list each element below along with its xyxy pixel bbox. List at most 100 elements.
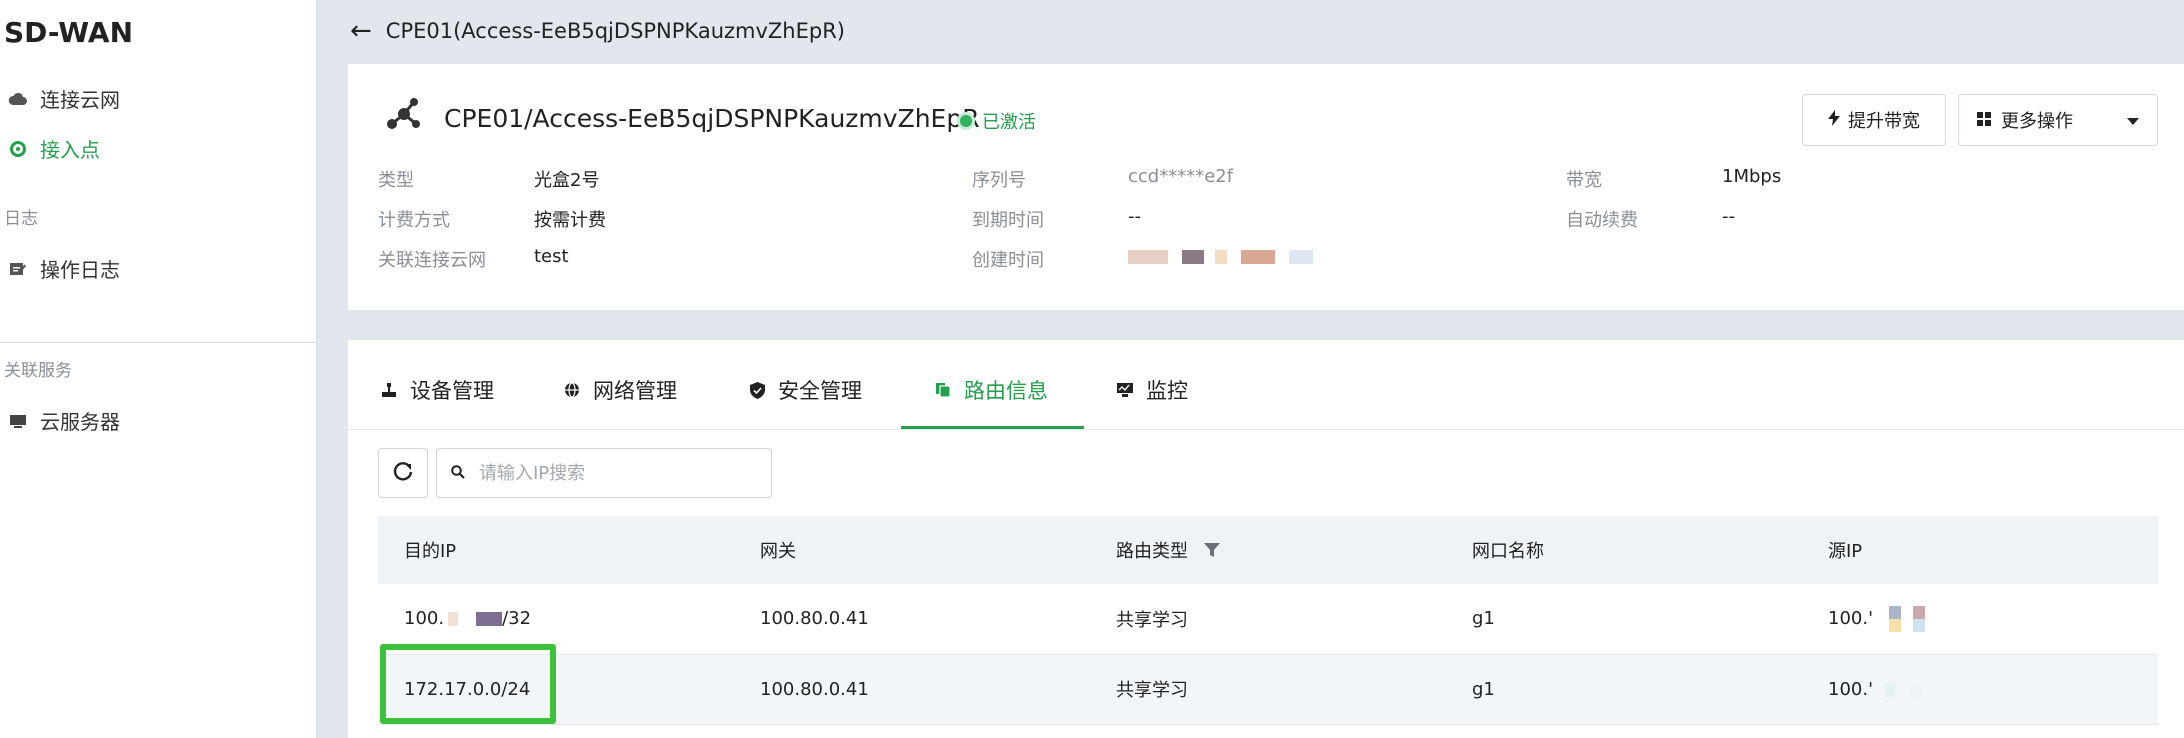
sidebar-item-operation-log[interactable]: 操作日志 [8,254,120,283]
sidebar-item-cloud-server[interactable]: 云服务器 [8,406,120,435]
sidebar-divider [0,342,318,343]
sidebar-item-label: 接入点 [40,138,100,162]
col-gateway: 网关 [734,516,1090,584]
lightning-icon [1828,109,1840,131]
field-renew-label: 自动续费 [1566,210,1638,231]
access-point-icon [8,139,28,159]
dest-ip-text: 100. [404,608,445,630]
field-expire-label: 到期时间 [972,210,1044,231]
monitor-icon [1116,381,1134,399]
col-dest-ip: 目的IP [378,516,734,584]
more-actions-label: 更多操作 [2001,111,2073,132]
tab-label: 安全管理 [778,379,862,403]
redacted-block [1884,682,1895,697]
upgrade-bandwidth-label: 提升带宽 [1848,111,1920,132]
sidebar-item-cloud-network[interactable]: 连接云网 [8,84,120,113]
cell-gateway: 100.80.0.41 [734,654,1090,725]
grid-icon [1977,110,1991,131]
tab-bar: 设备管理 网络管理 安全管理 路由信息 监控 [348,340,2184,430]
active-tab-indicator [901,426,1084,429]
field-cloud-value: test [534,246,569,267]
brand-title: SD-WAN [4,16,134,49]
field-created-value-redacted [1128,246,1313,267]
filter-icon[interactable] [1203,542,1220,563]
source-ip-text: 100.' [1828,607,1874,629]
network-node-icon [382,92,426,136]
instance-title: CPE01/Access-EeB5qjDSPNPKauzmvZhEpR [444,104,980,133]
cell-dest-ip: 100. /32 [378,584,734,655]
table-row[interactable]: 100. /32 100.80.0.41 共享学习 g1 100.' [378,584,2158,655]
status-text: 已激活 [982,112,1036,133]
status-dot-icon [960,115,972,127]
instance-header-card: CPE01/Access-EeB5qjDSPNPKauzmvZhEpR 已激活 … [348,64,2184,310]
top-bar: ← CPE01(Access-EeB5qjDSPNPKauzmvZhEpR) [320,0,2184,62]
field-renew-value: -- [1722,206,1735,227]
field-type-label: 类型 [378,170,414,191]
sidebar-item-label: 操作日志 [40,258,120,282]
cell-source-ip: 100.' [1802,584,2158,655]
shield-icon [748,381,766,399]
field-expire-value: -- [1128,206,1141,227]
sidebar-item-access-point[interactable]: 接入点 [8,134,100,163]
route-table: 目的IP 网关 路由类型 网口名称 源IP 100. /32 100.80.0.4… [378,516,2158,725]
page-breadcrumb-title: CPE01(Access-EeB5qjDSPNPKauzmvZhEpR) [385,19,845,43]
redacted-block [476,612,503,627]
field-serial-value: ccd*****e2f [1128,166,1234,187]
nav-group-related: 关联服务 [4,361,72,381]
device-icon [380,381,398,399]
cell-interface: g1 [1446,654,1802,725]
tab-security-management[interactable]: 安全管理 [748,370,862,410]
field-serial-label: 序列号 [972,170,1026,191]
cell-source-ip: 100.' [1802,654,2158,725]
cell-route-type: 共享学习 [1090,584,1446,655]
detail-tabs-card: 设备管理 网络管理 安全管理 路由信息 监控 请输入IP搜索 目的IP 网关 路… [348,340,2184,738]
col-source-ip: 源IP [1802,516,2158,584]
tab-label: 网络管理 [593,379,677,403]
col-route-type[interactable]: 路由类型 [1090,516,1446,584]
field-created-label: 创建时间 [972,250,1044,271]
more-actions-button[interactable]: 更多操作 [1958,94,2158,146]
cell-dest-ip: 172.17.0.0/24 [378,654,734,725]
field-bandwidth-value: 1Mbps [1722,166,1782,187]
redacted-block [1910,682,1921,697]
sidebar-item-label: 连接云网 [40,88,120,112]
cell-gateway: 100.80.0.41 [734,584,1090,655]
cloud-icon [8,89,28,109]
cell-route-type: 共享学习 [1090,654,1446,725]
tab-network-management[interactable]: 网络管理 [563,370,677,410]
search-icon [451,464,465,483]
cell-interface: g1 [1446,584,1802,655]
sidebar-item-label: 云服务器 [40,410,120,434]
caret-down-icon [2127,110,2139,131]
field-type-value: 光盒2号 [534,170,600,191]
col-route-type-label: 路由类型 [1116,541,1188,562]
log-icon [8,259,28,279]
tab-label: 路由信息 [964,379,1048,403]
field-cloud-label: 关联连接云网 [378,250,486,271]
nav-group-log: 日志 [4,209,38,229]
tab-monitoring[interactable]: 监控 [1116,370,1188,410]
ip-search-input[interactable] [479,462,749,484]
arrow-left-icon[interactable]: ← [350,16,372,46]
ip-search-box[interactable] [436,448,772,498]
refresh-icon [392,460,414,486]
dest-ip-suffix: /32 [502,608,532,630]
field-billing-label: 计费方式 [378,210,450,231]
table-row[interactable]: 172.17.0.0/24 100.80.0.41 共享学习 g1 100.' [378,654,2158,725]
refresh-button[interactable] [378,448,428,498]
redacted-block [1888,605,1901,632]
tab-device-management[interactable]: 设备管理 [380,370,494,410]
upgrade-bandwidth-button[interactable]: 提升带宽 [1802,94,1946,146]
route-icon [934,381,952,399]
col-interface-name: 网口名称 [1446,516,1802,584]
tab-label: 设备管理 [410,379,494,403]
source-ip-text: 100.' [1828,678,1874,700]
server-icon [8,411,28,431]
globe-icon [563,381,581,399]
tab-route-info[interactable]: 路由信息 [934,370,1048,410]
redacted-block [448,612,459,627]
field-bandwidth-label: 带宽 [1566,170,1602,191]
table-header-row: 目的IP 网关 路由类型 网口名称 源IP [378,516,2158,584]
field-billing-value: 按需计费 [534,210,606,231]
sidebar: SD-WAN 连接云网 接入点 日志 操作日志 关联服务 云服务器 [0,0,318,738]
